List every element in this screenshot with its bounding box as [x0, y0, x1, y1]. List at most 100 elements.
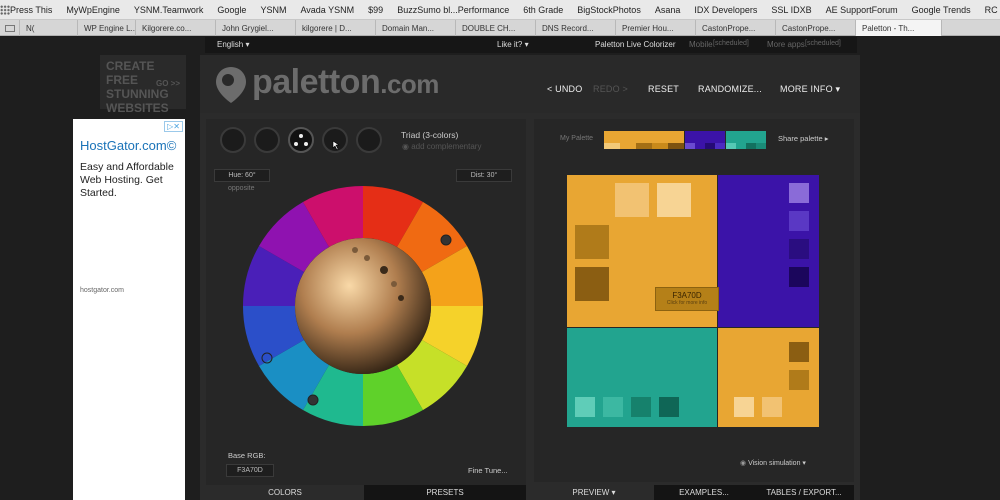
- tab-label: DOUBLE CH...: [462, 23, 516, 33]
- adjacent-scheme-dial[interactable]: [254, 127, 280, 153]
- bookmark[interactable]: YSNM: [260, 5, 286, 15]
- page: English ▾ Like it? ▾ Paletton Live Color…: [0, 37, 1000, 500]
- tab-label: N(: [26, 23, 35, 33]
- banner-ad-line: stunning: [106, 87, 169, 101]
- bookmark[interactable]: SSL IDXB: [771, 5, 811, 15]
- base-rgb-field[interactable]: F3A70D: [226, 464, 274, 477]
- live-colorizer-link[interactable]: Paletton Live Colorizer: [595, 40, 675, 49]
- bookmark[interactable]: Press This: [10, 5, 52, 15]
- mobile-scheduled-tag: [scheduled]: [713, 40, 749, 47]
- tab-label: CastonPrope...: [702, 23, 756, 33]
- bookmark[interactable]: MyWpEngine: [66, 5, 120, 15]
- ad-title[interactable]: HostGator.com©: [80, 138, 176, 153]
- add-complementary-toggle[interactable]: ◉ add complementary: [402, 142, 481, 151]
- apps-icon[interactable]: [0, 0, 10, 19]
- redo-button[interactable]: REDO >: [593, 84, 628, 94]
- bookmark[interactable]: Asana: [655, 5, 681, 15]
- browser-tab[interactable]: CastonPrope...: [696, 20, 776, 36]
- base-rgb-label: Base RGB:: [228, 451, 266, 460]
- palette-preview[interactable]: F3A70D Click for more info: [567, 175, 819, 427]
- preview-panel: My Palette Share palette ▸ F3A70D Click …: [534, 119, 854, 482]
- vision-simulation-label: Vision simulation ▾: [748, 460, 806, 467]
- tab-preview[interactable]: PREVIEW ▾: [534, 485, 654, 500]
- ad-text: Easy and Affordable Web Hosting. Get Sta…: [80, 161, 174, 199]
- tab-label: kilgorere | D...: [302, 23, 352, 33]
- browser-tab[interactable]: WP Engine L...: [78, 20, 136, 36]
- tab-tables-export[interactable]: TABLES / EXPORT...: [754, 485, 854, 500]
- banner-ad-go: GO >>: [155, 79, 180, 88]
- more-apps-scheduled-tag: [scheduled]: [805, 40, 841, 47]
- browser-tab[interactable]: CastonPrope...: [776, 20, 856, 36]
- banner-ad-line: websites: [106, 101, 169, 115]
- like-menu[interactable]: Like it? ▾: [497, 40, 529, 49]
- tab-label: Kilgorere.co...: [142, 23, 192, 33]
- browser-tab[interactable]: kilgorere | D...: [296, 20, 376, 36]
- tetrad-scheme-dial[interactable]: [322, 127, 348, 153]
- bookmark[interactable]: RC Teamwork: [985, 5, 1000, 15]
- bookmark[interactable]: $99: [368, 5, 383, 15]
- paletton-app: paletton.com < UNDO REDO > RESET RANDOMI…: [200, 55, 860, 500]
- share-palette-button[interactable]: Share palette ▸: [778, 134, 828, 143]
- tab-label: DNS Record...: [542, 23, 594, 33]
- tab-label: WP Engine L...: [84, 23, 136, 33]
- ad-choices-icon[interactable]: ▷✕: [164, 121, 183, 132]
- undo-button[interactable]: < UNDO: [547, 84, 582, 94]
- eye-icon: ◉: [740, 460, 747, 467]
- app-header: paletton.com < UNDO REDO > RESET RANDOMI…: [200, 55, 860, 113]
- tab-presets[interactable]: PRESETS: [364, 485, 526, 500]
- browser-tab[interactable]: DOUBLE CH...: [456, 20, 536, 36]
- more-info-button[interactable]: MORE INFO ▾: [780, 84, 840, 95]
- banner-ad[interactable]: Create free stunning websites GO >>: [100, 55, 186, 115]
- bookmark[interactable]: BigStockPhotos: [577, 5, 641, 15]
- mono-scheme-dial[interactable]: [220, 127, 246, 153]
- tab-colors[interactable]: COLORS: [206, 485, 364, 500]
- bookmark[interactable]: Google: [217, 5, 246, 15]
- bookmark[interactable]: YSNM.Teamwork: [134, 5, 204, 15]
- browser-tab-active[interactable]: Paletton - Th...: [856, 20, 942, 36]
- language-select[interactable]: English ▾: [217, 40, 249, 49]
- tab-label: Premier Hou...: [622, 23, 674, 33]
- bookmarks-bar: Press This MyWpEngine YSNM.Teamwork Goog…: [0, 0, 1000, 20]
- browser-tab[interactable]: Premier Hou...: [616, 20, 696, 36]
- bottom-tabs: COLORS PRESETS PREVIEW ▾ EXAMPLES... TAB…: [200, 485, 860, 500]
- mobile-link[interactable]: Mobile: [689, 40, 713, 49]
- tab-label: Domain Man...: [382, 23, 435, 33]
- browser-tab[interactable]: Kilgorere.co...: [136, 20, 216, 36]
- mail-tab-icon[interactable]: [0, 20, 20, 36]
- browser-tab[interactable]: Domain Man...: [376, 20, 456, 36]
- my-palette-label: My Palette: [560, 135, 594, 142]
- bookmark[interactable]: Avada YSNM: [300, 5, 354, 15]
- color-info-tooltip[interactable]: F3A70D Click for more info: [655, 287, 719, 311]
- free-style-scheme-dial[interactable]: [356, 127, 382, 153]
- logo-pin-icon: [216, 67, 246, 103]
- logo-name: paletton: [252, 63, 381, 101]
- randomize-button[interactable]: RANDOMIZE...: [698, 84, 762, 94]
- browser-tabs: N( WP Engine L... Kilgorere.co... John G…: [0, 20, 1000, 36]
- tab-label: Paletton - Th...: [862, 23, 915, 33]
- logo-tld: .com: [380, 69, 439, 99]
- reset-button[interactable]: RESET: [648, 84, 679, 94]
- tab-label: CastonPrope...: [782, 23, 836, 33]
- more-apps-link[interactable]: More apps: [767, 40, 805, 49]
- colors-panel: Triad (3-colors) ◉ add complementary Hue…: [206, 119, 526, 493]
- tab-label: John Grygiel...: [222, 23, 274, 33]
- tab-examples[interactable]: EXAMPLES...: [654, 485, 754, 500]
- bookmark[interactable]: Google Trends: [912, 5, 971, 15]
- tooltip-hint: Click for more info: [666, 300, 708, 306]
- ad-url[interactable]: hostgator.com: [80, 287, 124, 294]
- logo[interactable]: paletton.com: [252, 63, 439, 102]
- vision-simulation-button[interactable]: ◉ Vision simulation ▾: [740, 459, 806, 467]
- color-wheel[interactable]: [232, 175, 494, 437]
- bookmark[interactable]: IDX Developers: [694, 5, 757, 15]
- side-ad[interactable]: ▷✕ HostGator.com© Easy and Affordable We…: [73, 119, 185, 500]
- bookmark[interactable]: AE SupportForum: [826, 5, 898, 15]
- bookmark[interactable]: BuzzSumo bl...Performance: [397, 5, 509, 15]
- palette-strip[interactable]: [604, 131, 766, 149]
- tooltip-hex: F3A70D: [672, 291, 702, 300]
- browser-tab[interactable]: John Grygiel...: [216, 20, 296, 36]
- fine-tune-button[interactable]: Fine Tune...: [468, 466, 508, 475]
- browser-tab[interactable]: N(: [20, 20, 78, 36]
- browser-tab[interactable]: DNS Record...: [536, 20, 616, 36]
- triad-scheme-dial[interactable]: [288, 127, 314, 153]
- bookmark[interactable]: 6th Grade: [523, 5, 563, 15]
